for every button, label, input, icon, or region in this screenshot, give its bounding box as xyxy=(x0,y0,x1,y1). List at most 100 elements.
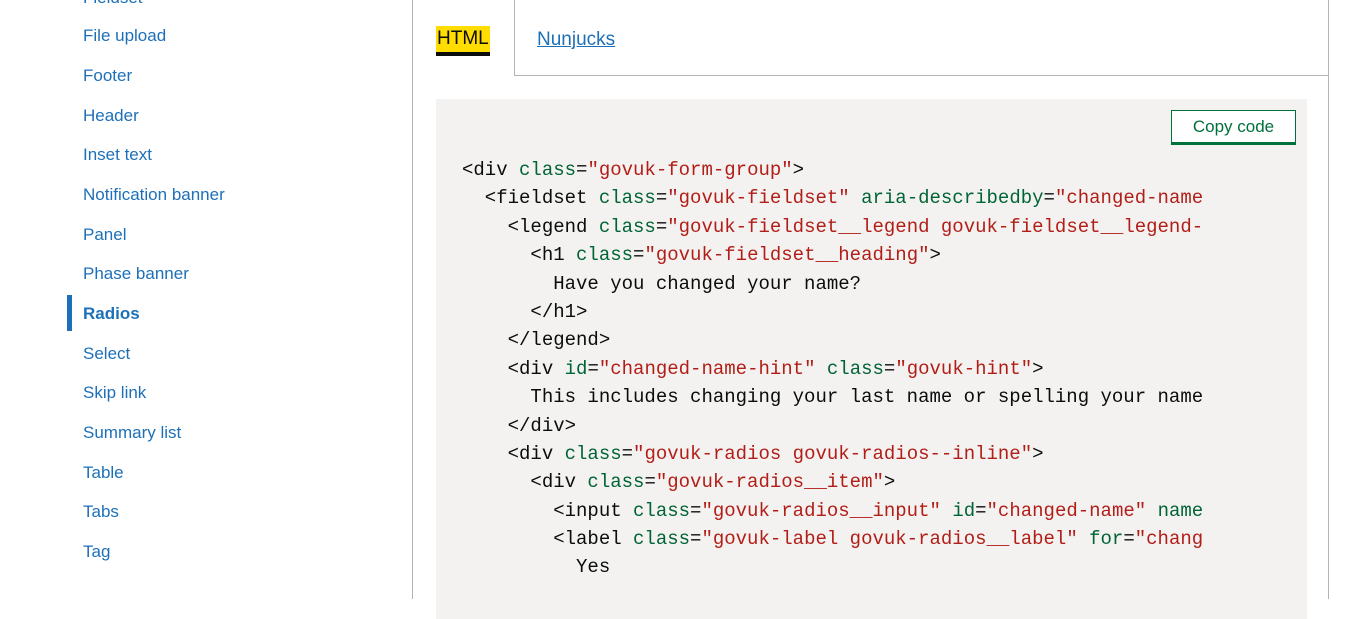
code-token: = xyxy=(655,215,668,238)
sidebar-item-phase-banner[interactable]: Phase banner xyxy=(83,264,189,284)
sidebar-item-table[interactable]: Table xyxy=(83,463,124,483)
code-token: id xyxy=(564,357,588,380)
code-token: class xyxy=(598,187,656,210)
tab-html[interactable]: HTML xyxy=(413,0,514,76)
code-line: </h1> xyxy=(462,298,1307,326)
code-line: <h1 class="govuk-fieldset__heading"> xyxy=(462,241,1307,269)
code-token: <div xyxy=(462,442,565,465)
code-token: = xyxy=(883,357,896,380)
code-token: <div xyxy=(462,159,520,181)
code-token: <legend xyxy=(462,215,599,238)
tab-divider-bottom xyxy=(514,75,1328,76)
tab-nunjucks[interactable]: Nunjucks xyxy=(537,27,615,53)
code-token: "govuk-radios__item" xyxy=(655,471,884,494)
code-token: class xyxy=(519,159,577,181)
code-token: <fieldset xyxy=(462,187,599,210)
sidebar-nav: Fieldset File upload Footer Header Inset tex… xyxy=(0,0,400,575)
code-line: Have you changed your name? xyxy=(462,270,1307,298)
sidebar-item-summary-list[interactable]: Summary list xyxy=(83,423,181,443)
code-token: "changed-name xyxy=(1054,187,1204,210)
code-token: > xyxy=(792,159,805,181)
sidebar-item-notification-banner[interactable]: Notification banner xyxy=(83,185,225,205)
sidebar-item-inset-text[interactable]: Inset text xyxy=(83,145,152,165)
code-line: <label class="govuk-label govuk-radios__… xyxy=(462,525,1307,553)
code-token: class xyxy=(826,357,884,380)
code-token: "changed-name" xyxy=(986,499,1147,522)
code-token: "govuk-fieldset__heading" xyxy=(644,244,930,267)
code-token: Yes xyxy=(462,556,611,579)
code-token: class xyxy=(576,244,634,267)
code-token: "changed-name-hint" xyxy=(598,357,816,380)
code-token: = xyxy=(1043,187,1055,210)
code-token: id xyxy=(952,499,976,522)
code-token: "govuk-form-group" xyxy=(587,159,793,181)
code-token: = xyxy=(576,159,588,181)
code-example-panel: HTML Nunjucks Copy code <div class="govu… xyxy=(412,0,1329,619)
code-token: = xyxy=(633,244,645,267)
code-token: "govuk-radios govuk-radios--inline" xyxy=(633,442,1033,465)
code-token: = xyxy=(655,187,668,210)
code-line: <div class="govuk-radios govuk-radios--i… xyxy=(462,440,1307,468)
code-token: class xyxy=(598,215,656,238)
code-token: "govuk-fieldset__legend govuk-fieldset__… xyxy=(667,215,1204,238)
code-token: = xyxy=(587,357,599,380)
code-token: </h1> xyxy=(462,300,588,323)
code-token: </div> xyxy=(462,414,577,437)
code-token: "govuk-radios__input" xyxy=(701,499,941,522)
code-token: for xyxy=(1089,528,1124,551)
code-token: "govuk-label govuk-radios__label" xyxy=(701,528,1078,551)
code-token: = xyxy=(975,499,987,522)
code-line: </div> xyxy=(462,412,1307,440)
code-token: class xyxy=(587,471,645,494)
code-token: Have you changed your name? xyxy=(462,272,862,295)
code-token: "govuk-hint" xyxy=(895,357,1033,380)
code-token: > xyxy=(1032,442,1044,465)
sidebar-item-tabs[interactable]: Tabs xyxy=(83,502,119,522)
code-token: = xyxy=(621,442,634,465)
active-indicator xyxy=(67,295,72,331)
code-line: </legend> xyxy=(462,326,1307,354)
sidebar-item-select[interactable]: Select xyxy=(83,344,130,364)
sidebar-item-radios[interactable]: Radios xyxy=(83,304,140,324)
code-token: "govuk-fieldset" xyxy=(667,187,850,210)
code-token: <label xyxy=(462,528,634,551)
code-token: = xyxy=(1123,528,1135,551)
code-line: <input class="govuk-radios__input" id="c… xyxy=(462,497,1307,525)
code-token: <h1 xyxy=(462,244,577,267)
code-token: class xyxy=(633,499,691,522)
copy-code-button[interactable]: Copy code xyxy=(1171,110,1296,143)
sidebar-item-file-upload[interactable]: File upload xyxy=(83,26,166,46)
sidebar-item-header[interactable]: Header xyxy=(83,106,139,126)
code-token: = xyxy=(690,499,702,522)
sidebar-item-fieldset[interactable]: Fieldset xyxy=(83,0,143,8)
code-token: class xyxy=(633,528,691,551)
code-block: Copy code <div class="govuk-form-group">… xyxy=(436,99,1307,619)
code-line: Yes xyxy=(462,553,1307,581)
code-token: <div xyxy=(462,357,565,380)
code-token: > xyxy=(929,244,941,267)
code-line: <div class="govuk-form-group"> xyxy=(462,156,1307,184)
code-token: = xyxy=(690,528,702,551)
code-token: > xyxy=(883,471,896,494)
code-line: <fieldset class="govuk-fieldset" aria-de… xyxy=(462,184,1307,212)
sidebar-item-panel[interactable]: Panel xyxy=(83,225,126,245)
sidebar-item-tag[interactable]: Tag xyxy=(83,542,110,562)
sidebar-item-footer[interactable]: Footer xyxy=(83,66,132,86)
code-line: <legend class="govuk-fieldset__legend go… xyxy=(462,213,1307,241)
code-listing: <div class="govuk-form-group"> <fieldset… xyxy=(462,156,1307,582)
tab-divider xyxy=(514,0,515,76)
sidebar-item-skip-link[interactable]: Skip link xyxy=(83,383,146,403)
code-token: > xyxy=(1032,357,1044,380)
code-token: <div xyxy=(462,471,588,494)
code-line: <div id="changed-name-hint" class="govuk… xyxy=(462,355,1307,383)
tab-html-label[interactable]: HTML xyxy=(436,26,490,52)
code-token: <input xyxy=(462,499,634,522)
code-token: name xyxy=(1157,499,1204,522)
code-token: = xyxy=(644,471,656,494)
code-token: This includes changing your last name or… xyxy=(462,386,1204,409)
code-token: class xyxy=(564,442,622,465)
